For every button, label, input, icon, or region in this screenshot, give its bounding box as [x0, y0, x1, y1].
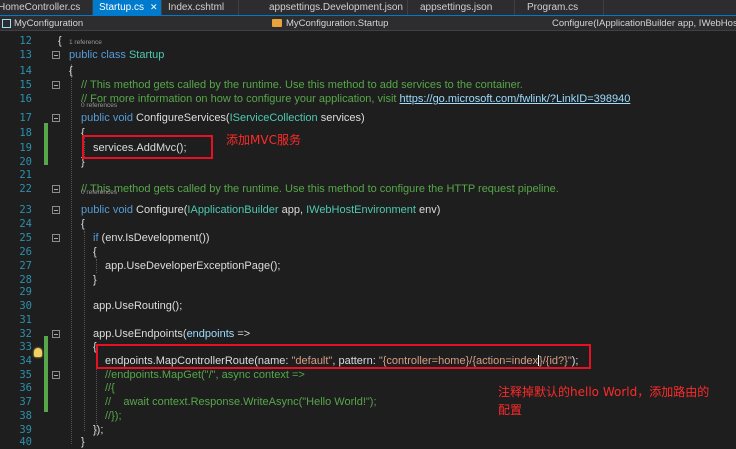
- collapse-icon[interactable]: [52, 371, 60, 379]
- lightbulb-icon[interactable]: [34, 348, 42, 357]
- line-number: 13: [19, 49, 32, 61]
- collapse-icon[interactable]: [52, 234, 60, 242]
- code-line-23: public void Configure(IApplicationBuilde…: [81, 204, 441, 216]
- code-line-25: if (env.IsDevelopment()): [93, 232, 210, 244]
- line-number: 25: [19, 232, 32, 244]
- code-line-38: //});: [105, 410, 122, 422]
- line-number: 20: [19, 156, 32, 168]
- code-line-26: {: [93, 246, 97, 258]
- tab-appsettings[interactable]: appsettings.json: [408, 0, 515, 15]
- line-number: 33: [19, 341, 32, 353]
- line-number: 14: [19, 65, 32, 77]
- collapse-icon[interactable]: [52, 330, 60, 338]
- line-number: 34: [19, 355, 32, 367]
- line-number: 31: [19, 314, 32, 326]
- collapse-icon[interactable]: [52, 81, 60, 89]
- annotation-add-mvc: 添加MVC服务: [226, 133, 301, 147]
- line-number: 36: [19, 382, 32, 394]
- code-line-30: app.UseRouting();: [93, 300, 183, 312]
- annotation-route-line2: 配置: [498, 403, 523, 417]
- line-number: 27: [19, 260, 32, 272]
- code-line-13: public class Startup: [69, 49, 165, 61]
- change-marker: [44, 336, 48, 412]
- collapse-icon[interactable]: [52, 114, 60, 122]
- code-line-17: public void ConfigureServices(IServiceCo…: [81, 112, 365, 124]
- line-number: 22: [19, 183, 32, 195]
- line-number: 18: [19, 127, 32, 139]
- highlight-box-addmvc: [82, 135, 213, 159]
- tab-startup[interactable]: Startup.cs ✕: [93, 0, 162, 15]
- tab-homecontroller[interactable]: HomeController.cs: [0, 0, 93, 15]
- project-dropdown[interactable]: MyConfiguration: [2, 16, 270, 30]
- line-number: 21: [19, 169, 32, 181]
- code-line-22: // This method gets called by the runtim…: [81, 183, 559, 195]
- navigation-bar: MyConfiguration MyConfiguration.Startup …: [0, 16, 736, 31]
- code-line-39: });: [93, 424, 104, 436]
- line-number: 23: [19, 204, 32, 216]
- collapse-icon[interactable]: [52, 51, 60, 59]
- codelens-references[interactable]: 0 references: [81, 189, 117, 197]
- codelens-references[interactable]: 0 references: [81, 102, 117, 110]
- line-number: 17: [19, 112, 32, 124]
- close-icon[interactable]: ✕: [150, 2, 158, 13]
- code-line-32: app.UseEndpoints(endpoints =>: [93, 328, 251, 340]
- line-number: 19: [19, 142, 32, 154]
- code-line-15: // This method gets called by the runtim…: [81, 79, 523, 91]
- line-number: 24: [19, 218, 32, 230]
- line-number: 40: [19, 436, 32, 448]
- indent-guide: [84, 231, 85, 431]
- code-line-14: {: [69, 65, 73, 77]
- tab-program[interactable]: Program.cs: [515, 0, 604, 15]
- codelens-references[interactable]: 1 reference: [69, 39, 102, 47]
- class-dropdown[interactable]: MyConfiguration.Startup: [272, 16, 542, 30]
- code-line-40: }: [81, 436, 85, 448]
- line-number: 35: [19, 369, 32, 381]
- collapse-icon[interactable]: [52, 206, 60, 214]
- line-number: 37: [19, 396, 32, 408]
- code-line-28: }: [93, 274, 97, 286]
- member-dropdown[interactable]: Configure(IApplicationBuilder app, IWebH…: [548, 16, 736, 30]
- code-line-27: app.UseDeveloperExceptionPage();: [105, 260, 281, 272]
- line-number: 16: [19, 93, 32, 105]
- code-editor[interactable]: 12 13 14 15 16 17 18 19 20 21 22 23 24 2…: [0, 31, 736, 449]
- line-number: 30: [19, 300, 32, 312]
- line-number: 12: [19, 35, 32, 47]
- fwlink-link[interactable]: https://go.microsoft.com/fwlink/?LinkID=…: [400, 93, 631, 105]
- line-number: 15: [19, 79, 32, 91]
- line-number: 29: [19, 286, 32, 298]
- line-number: 26: [19, 246, 32, 258]
- code-line-37: // await context.Response.WriteAsync("He…: [105, 396, 377, 408]
- code-line-36: //{: [105, 382, 115, 394]
- tab-appsettings-development[interactable]: appsettings.Development.json: [239, 0, 408, 15]
- tab-index-cshtml[interactable]: Index.cshtml: [162, 0, 239, 15]
- line-number: 38: [19, 410, 32, 422]
- class-icon: [272, 19, 282, 27]
- highlight-box-route: [96, 344, 591, 369]
- code-line-16: // For more information on how to config…: [81, 93, 631, 105]
- change-marker: [44, 123, 48, 165]
- code-line-35: //endpoints.MapGet("/", async context =>: [105, 369, 305, 381]
- indent-guide: [96, 259, 97, 273]
- code-line-12: {: [58, 35, 62, 47]
- annotation-route-line1: 注释掉默认的hello World，添加路由的: [498, 385, 710, 399]
- project-icon: [2, 18, 11, 28]
- code-line-24: {: [81, 218, 85, 230]
- indent-guide: [71, 64, 72, 444]
- collapse-icon[interactable]: [52, 185, 60, 193]
- document-tab-bar: HomeController.cs Startup.cs ✕ Index.csht…: [0, 0, 736, 16]
- line-number: 32: [19, 328, 32, 340]
- method-icon: [548, 20, 551, 26]
